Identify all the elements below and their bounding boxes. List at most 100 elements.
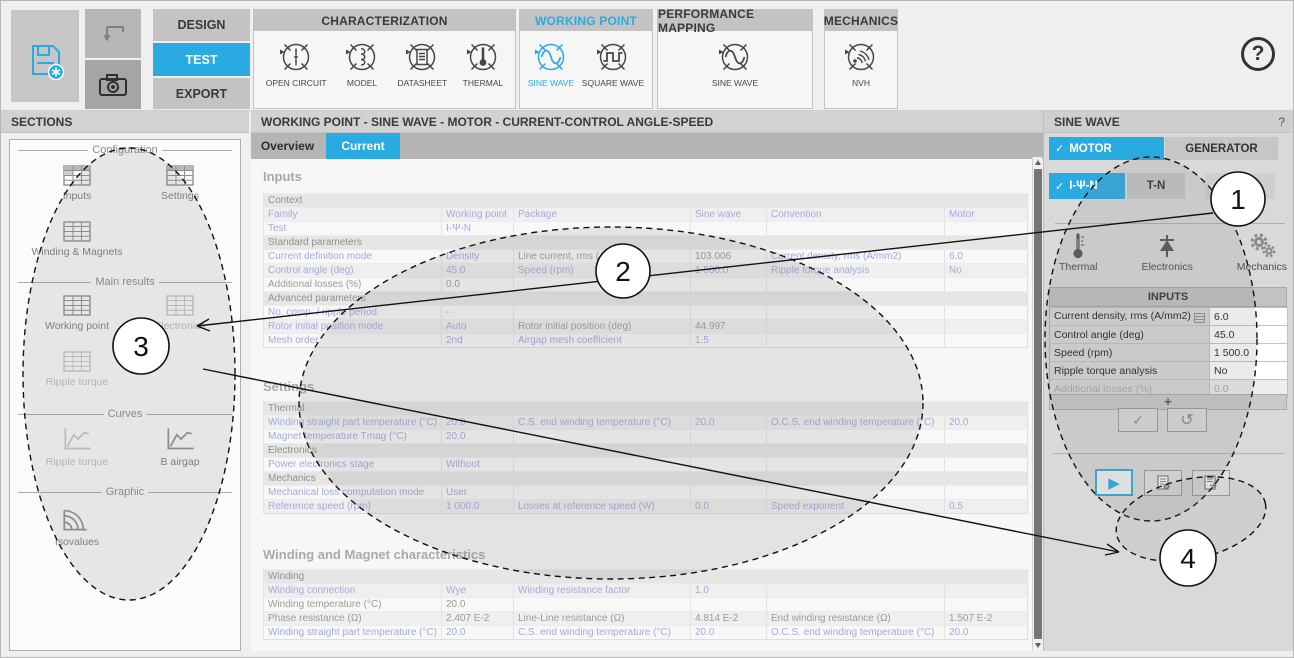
sidebar-item-settings[interactable]: Settings	[125, 164, 235, 202]
toggle-electronics[interactable]: Electronics	[1141, 231, 1192, 273]
table-cell	[945, 222, 1028, 236]
export-button[interactable]: EXPORT	[153, 78, 250, 109]
tool-open-circuit[interactable]: OPEN CIRCUIT	[266, 39, 327, 88]
sidebar-item-label: Ripple torque	[46, 376, 108, 388]
table-row: Rotor initial position modeAutoRotor ini…	[264, 320, 1028, 334]
app-window: DESIGN TEST EXPORT CHARACTERIZATION OPEN…	[0, 0, 1294, 658]
group-characterization: CHARACTERIZATION OPEN CIRCUIT	[253, 9, 516, 109]
sidebar-item-label: Electronics	[154, 320, 205, 332]
input-value[interactable]: 45.0	[1210, 326, 1288, 344]
tool-sine-wave[interactable]: SINE WAVE	[528, 39, 574, 88]
table-section-row: Thermal	[264, 402, 1028, 416]
validate-button[interactable]: ✓	[1118, 408, 1158, 432]
table-cell	[514, 278, 691, 292]
table-cell: 45.0	[442, 264, 514, 278]
main-content: Inputs ContextFamilyWorking pointPackage…	[251, 159, 1032, 651]
table-cell: 20.0	[945, 626, 1028, 640]
export-document-icon	[1202, 474, 1220, 492]
tool-square-wave[interactable]: SQUARE WAVE	[582, 39, 644, 88]
tab-t-n[interactable]: T-N	[1127, 173, 1185, 199]
table-row: No. comp. / ripple period-	[264, 306, 1028, 320]
section-cell: Electronics	[264, 444, 1028, 458]
sidebar-item-label: Inputs	[63, 190, 92, 202]
input-value[interactable]: 1 500.0	[1210, 344, 1288, 362]
save-button[interactable]	[11, 10, 79, 102]
run-test-button[interactable]: ▶	[1095, 469, 1133, 496]
table-cell: 1 500.0	[691, 264, 767, 278]
scroll-down-arrow[interactable]	[1035, 643, 1041, 648]
reset-button[interactable]: ↺	[1167, 408, 1207, 432]
tool-nvh[interactable]: NVH	[841, 39, 881, 88]
datasheet-icon	[402, 39, 442, 75]
table-cell	[514, 486, 691, 500]
tool-thermal[interactable]: THERMAL	[463, 39, 504, 88]
table-row: Mesh order2ndAirgap mesh coefficient1.5	[264, 334, 1028, 348]
tab-motor[interactable]: ✓ MOTOR	[1049, 137, 1164, 160]
table-cell: Speed (rpm)	[514, 264, 691, 278]
tool-perf-sine-wave[interactable]: SINE WAVE	[712, 39, 758, 88]
test-button[interactable]: TEST	[153, 43, 250, 76]
table-cell: 0.0	[691, 500, 767, 514]
right-panel-header: SINE WAVE ?	[1043, 111, 1294, 133]
tab-i-psi-n[interactable]: ✓ I-Ψ-N	[1049, 173, 1125, 199]
table-cell: Ripple torque analysis	[767, 264, 945, 278]
report-button[interactable]	[1144, 470, 1182, 496]
toggle-mechanics[interactable]: Mechanics	[1237, 231, 1287, 273]
help-button[interactable]: ?	[1241, 37, 1275, 71]
table-cell: Sine wave	[691, 208, 767, 222]
tab-current[interactable]: Current	[326, 133, 400, 159]
toggle-thermal[interactable]: Thermal	[1059, 231, 1098, 273]
table-cell: C.S. end winding temperature (°C)	[514, 626, 691, 640]
screenshot-button[interactable]	[85, 60, 141, 109]
design-button[interactable]: DESIGN	[153, 9, 250, 41]
sidebar-item-b-airgap[interactable]: B airgap	[125, 424, 235, 468]
undo-step-button[interactable]	[85, 9, 141, 58]
edit-icon	[1194, 313, 1205, 323]
main-tabstrip: Overview Current	[251, 133, 1043, 159]
table-cell: 20.0	[442, 430, 514, 444]
table-cell	[767, 598, 945, 612]
table-cell: Mechanical loss computation mode	[264, 486, 442, 500]
table-cell: Rotor initial position mode	[264, 320, 442, 334]
table-cell	[514, 458, 691, 472]
tool-label: SINE WAVE	[712, 78, 758, 88]
table-row: Magnet temperature Tmag (°C)20.0	[264, 430, 1028, 444]
section-heading-winding: Winding and Magnet characteristics	[263, 547, 485, 562]
tool-model[interactable]: MODEL	[342, 39, 382, 88]
tab-overview[interactable]: Overview	[251, 133, 324, 159]
table-cell: Working point	[442, 208, 514, 222]
table-row: Winding connectionWyeWinding resistance …	[264, 584, 1028, 598]
group-mechanics: MECHANICS NVH	[824, 9, 898, 109]
tool-label: DATASHEET	[397, 78, 447, 88]
group-working-point: WORKING POINT SINE WAVE	[519, 9, 653, 109]
export-results-button[interactable]	[1192, 470, 1230, 496]
save-icon	[11, 10, 79, 102]
section-cell: Standard parameters	[264, 236, 1028, 250]
table-section-row: Advanced parameters	[264, 292, 1028, 306]
input-value[interactable]: No	[1210, 362, 1288, 380]
scrollbar-thumb[interactable]	[1034, 169, 1042, 639]
table-cell: C.S. end winding temperature (°C)	[514, 416, 691, 430]
table-cell	[767, 458, 945, 472]
table-cell: User	[442, 486, 514, 500]
sine-wave-icon	[715, 39, 755, 75]
sidebar-item-working-point[interactable]: Working point	[22, 294, 132, 332]
table-cell: Wye	[442, 584, 514, 598]
table-cell	[945, 584, 1028, 598]
tool-label: SQUARE WAVE	[582, 78, 644, 88]
tab-generator[interactable]: GENERATOR	[1165, 137, 1278, 160]
vertical-scrollbar[interactable]	[1032, 157, 1042, 651]
square-wave-icon	[593, 39, 633, 75]
sidebar-item-winding-magnets[interactable]: Winding & Magnets	[22, 220, 132, 258]
sidebar-item-inputs[interactable]: Inputs	[22, 164, 132, 202]
section-heading-inputs: Inputs	[263, 169, 302, 184]
table-cell	[945, 278, 1028, 292]
table-cell: Current definition mode	[264, 250, 442, 264]
right-panel-help[interactable]: ?	[1278, 115, 1285, 129]
input-value[interactable]: 6.0	[1210, 308, 1288, 326]
scroll-up-arrow[interactable]	[1035, 160, 1041, 165]
tool-datasheet[interactable]: DATASHEET	[397, 39, 447, 88]
table-cell: Line current, rms (A)	[514, 250, 691, 264]
input-label: Current density, rms (A/mm2)	[1050, 308, 1210, 326]
sidebar-item-isovalues[interactable]: Isovalues	[22, 502, 132, 548]
